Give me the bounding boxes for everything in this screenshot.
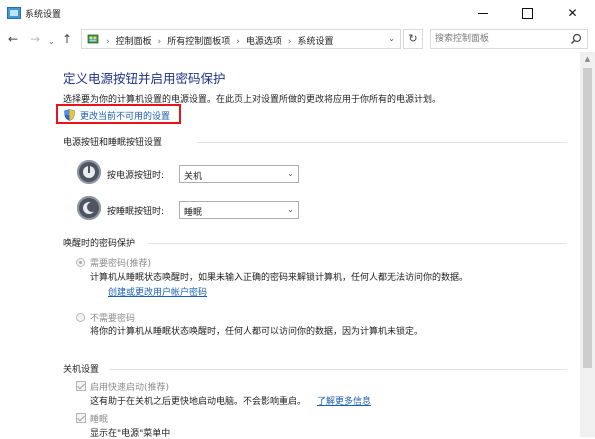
breadcrumb-item[interactable]: 系统设置: [297, 37, 333, 47]
control-panel-icon: [87, 34, 99, 44]
maximize-button[interactable]: [505, 0, 550, 26]
uac-shield-icon: [64, 109, 75, 121]
require-password-label: 需要密码(推荐): [90, 259, 152, 269]
address-bar[interactable]: › 控制面板 › 所有控制面板项 › 电源选项 › 系统设置 ⌄: [81, 29, 401, 49]
search-input[interactable]: [435, 32, 565, 46]
vertical-scrollbar[interactable]: ▲: [580, 52, 595, 437]
maximize-icon: [522, 8, 533, 19]
page-title: 定义电源按钮并启用密码保护: [63, 71, 226, 86]
forward-button[interactable]: →: [30, 32, 40, 46]
power-button-icon: [77, 160, 101, 184]
window-title: 系统设置: [25, 10, 62, 20]
up-button[interactable]: ↑: [62, 32, 72, 46]
change-settings-label[interactable]: 更改当前不可用的设置: [80, 109, 170, 122]
section-divider: [197, 142, 567, 143]
sleep-menu-checkbox[interactable]: [76, 413, 86, 423]
learn-more-link[interactable]: 了解更多信息: [317, 394, 371, 407]
search-box[interactable]: [430, 29, 588, 49]
minimize-icon: [477, 13, 488, 14]
change-unavailable-settings-link[interactable]: 更改当前不可用的设置: [56, 104, 181, 124]
fast-startup-checkbox[interactable]: [76, 381, 86, 391]
section-heading-shutdown: 关机设置: [63, 365, 100, 375]
sleep-menu-description: 显示在"电源"菜单中: [90, 429, 171, 439]
scroll-up-icon[interactable]: ▲: [580, 52, 595, 66]
sleep-button-icon: [77, 196, 101, 220]
no-password-description: 将你的计算机从睡眠状态唤醒时，任何人都可以访问你的数据，因为计算机未锁定。: [90, 327, 424, 337]
navigation-bar: ← → ⌄ ↑ › 控制面板 › 所有控制面板项 › 电源选项 › 系统设置 ⌄ ↻: [0, 26, 595, 52]
require-password-radio[interactable]: [76, 258, 85, 267]
create-password-link[interactable]: 创建或更改用户帐户密码: [108, 285, 207, 298]
require-password-description: 计算机从睡眠状态唤醒时，如果未输入正确的密码来解锁计算机，任何人都无法访问你的数…: [90, 273, 469, 283]
refresh-button[interactable]: ↻: [403, 29, 423, 49]
refresh-icon: ↻: [408, 32, 418, 45]
breadcrumb-item[interactable]: 所有控制面板项: [167, 37, 230, 47]
sleep-button-label: 按睡眠按钮时:: [107, 207, 165, 217]
control-panel-icon: [7, 7, 21, 19]
power-button-action-select[interactable]: 关机 ⌄: [179, 165, 299, 183]
section-heading-password: 唤醒时的密码保护: [63, 239, 136, 249]
address-dropdown-button[interactable]: ⌄: [388, 34, 395, 43]
breadcrumb-item[interactable]: 控制面板: [116, 37, 152, 47]
chevron-down-icon: ⌄: [287, 169, 294, 178]
section-heading-buttons: 电源按钮和睡眠按钮设置: [63, 138, 163, 148]
minimize-button[interactable]: [460, 0, 505, 26]
close-icon: ✕: [567, 6, 578, 20]
section-divider: [148, 243, 567, 244]
breadcrumb: › 控制面板 › 所有控制面板项 › 电源选项 › 系统设置: [106, 37, 334, 47]
breadcrumb-item[interactable]: 电源选项: [246, 37, 282, 47]
sleep-menu-label: 睡眠: [90, 415, 109, 425]
title-bar: 系统设置 ✕: [0, 0, 595, 26]
select-value: 睡眠: [184, 208, 203, 218]
section-divider: [110, 369, 567, 370]
select-value: 关机: [184, 172, 203, 182]
no-password-label: 不需要密码: [90, 314, 136, 324]
fast-startup-label: 启用快速启动(推荐): [90, 383, 170, 393]
search-icon[interactable]: [570, 33, 582, 45]
recent-locations-button[interactable]: ⌄: [48, 35, 55, 49]
main-content: 定义电源按钮并启用密码保护 选择要为你的计算机设置的电源设置。在此页上对设置所做…: [0, 52, 580, 439]
power-button-label: 按电源按钮时:: [107, 171, 165, 181]
no-password-radio[interactable]: [76, 313, 85, 322]
close-button[interactable]: ✕: [550, 0, 595, 26]
back-button[interactable]: ←: [8, 32, 18, 46]
fast-startup-description: 这有助于在关机之后更快地启动电脑。不会影响重启。: [90, 397, 307, 407]
sleep-button-action-select[interactable]: 睡眠 ⌄: [179, 201, 299, 219]
chevron-down-icon: ⌄: [287, 205, 294, 214]
scroll-thumb[interactable]: [583, 68, 592, 368]
